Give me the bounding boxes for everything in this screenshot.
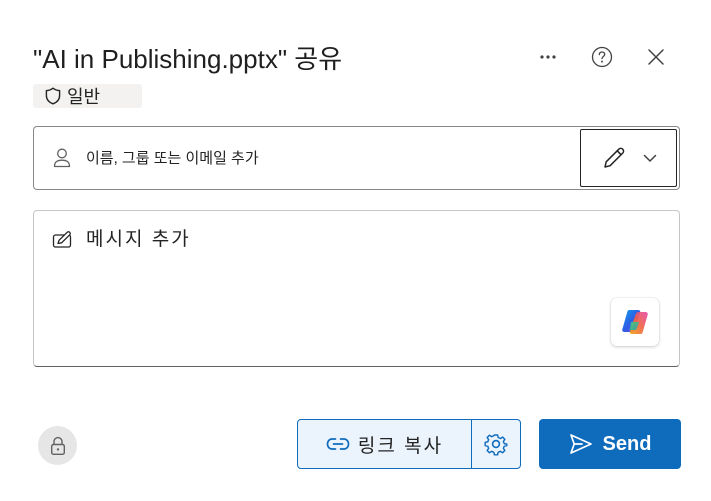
- lock-icon: [50, 436, 65, 455]
- gear-icon: [484, 434, 508, 456]
- send-icon: [569, 434, 592, 454]
- copy-link-group: 링크 복사: [297, 419, 521, 469]
- message-input[interactable]: [86, 229, 626, 251]
- share-dialog: "AI in Publishing.pptx" 공유 일반 이름, 그룹 또는 …: [0, 0, 711, 501]
- sensitivity-label[interactable]: 일반: [33, 84, 142, 108]
- link-settings-button[interactable]: [472, 420, 520, 468]
- pencil-edit-icon: [603, 147, 624, 168]
- chevron-down-icon: [643, 154, 656, 162]
- dialog-title: "AI in Publishing.pptx" 공유: [33, 44, 343, 74]
- link-icon: [326, 438, 350, 450]
- more-options-button[interactable]: [531, 40, 565, 74]
- question-circle-icon: [591, 46, 613, 68]
- copilot-icon: [622, 310, 648, 334]
- sensitivity-text: 일반: [67, 87, 101, 107]
- people-input-wrap: [34, 127, 580, 189]
- compose-icon: [52, 231, 72, 248]
- close-button[interactable]: [639, 40, 673, 74]
- copy-link-button[interactable]: 링크 복사: [298, 420, 472, 468]
- help-button[interactable]: [585, 40, 619, 74]
- send-label: Send: [602, 432, 652, 455]
- person-icon: [53, 148, 71, 168]
- close-icon: [648, 49, 664, 65]
- header-actions: [531, 40, 673, 74]
- more-horizontal-icon: [540, 55, 556, 59]
- copilot-button[interactable]: [611, 298, 659, 346]
- permission-dropdown-button[interactable]: [580, 129, 677, 187]
- people-search-input[interactable]: [86, 143, 566, 173]
- link-settings-lock-button[interactable]: [38, 426, 77, 465]
- message-row: [52, 229, 626, 251]
- copy-link-label: 링크 복사: [357, 435, 444, 457]
- message-box: [33, 210, 680, 367]
- people-picker: [33, 126, 680, 190]
- shield-icon: [45, 87, 61, 105]
- send-button[interactable]: Send: [539, 419, 681, 469]
